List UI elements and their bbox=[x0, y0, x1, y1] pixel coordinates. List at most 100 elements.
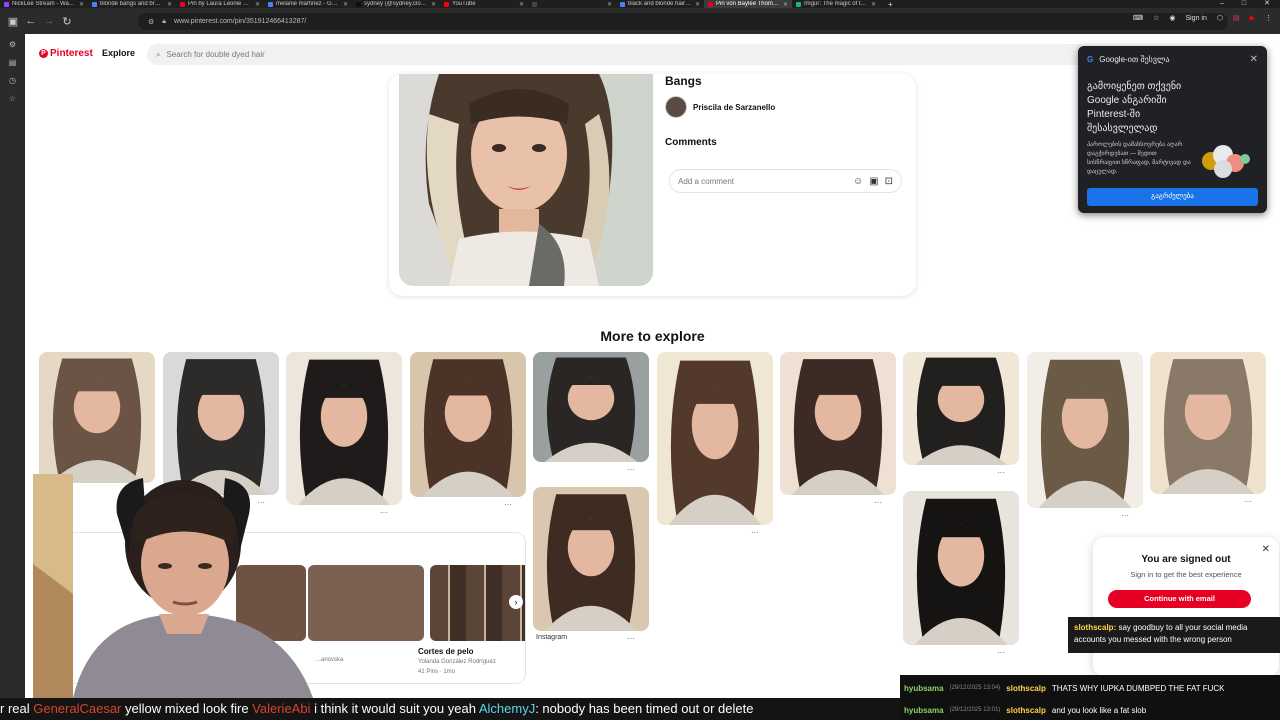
translate-icon[interactable]: ⌨ bbox=[1133, 14, 1143, 22]
extensions-icon[interactable]: ⬡ bbox=[1217, 14, 1223, 22]
comments-heading: Comments bbox=[665, 137, 717, 148]
search-input[interactable]: ⌕ Search for double dyed hair bbox=[147, 44, 1087, 65]
browser-tab[interactable]: Pin by Laura Leonie on hair styl✕ bbox=[176, 0, 264, 8]
board-title[interactable]: Cortes de pelo bbox=[418, 647, 474, 656]
tab-favicon-icon bbox=[92, 1, 97, 7]
bookmark-star-icon[interactable]: ☆ bbox=[1153, 14, 1159, 22]
history-icon[interactable]: ◷ bbox=[8, 76, 17, 85]
pin-more-options-icon[interactable]: ··· bbox=[997, 648, 1005, 657]
pin-card[interactable] bbox=[1150, 352, 1266, 494]
ticker-message: r real bbox=[0, 701, 34, 716]
pin-more-options-icon[interactable]: ··· bbox=[874, 498, 882, 507]
pin-card[interactable] bbox=[533, 352, 649, 462]
new-tab-button[interactable]: + bbox=[880, 0, 901, 8]
pin-card[interactable] bbox=[903, 491, 1019, 645]
pin-more-options-icon[interactable]: ··· bbox=[997, 468, 1005, 477]
explore-link[interactable]: Explore bbox=[102, 48, 135, 58]
minimize-icon[interactable]: – bbox=[1220, 0, 1224, 8]
browser-tab[interactable]: black and blonde hair - Google✕ bbox=[616, 0, 704, 8]
tab-close-icon[interactable]: ✕ bbox=[519, 1, 524, 8]
browser-tab[interactable]: Pin von Baylee Thomas-Poirier✕ bbox=[704, 0, 792, 8]
board-creator: Yolanda González Rodríguez bbox=[418, 659, 496, 665]
sticker-icon[interactable]: ▣ bbox=[869, 176, 878, 187]
ticker-username: ValerieAbi bbox=[252, 701, 311, 716]
sidebar-toggle-icon[interactable]: ▣ bbox=[4, 15, 22, 28]
home-icon[interactable]: ⚙ bbox=[8, 40, 17, 49]
continue-with-email-button[interactable]: Continue with email bbox=[1108, 590, 1251, 608]
pin-card[interactable] bbox=[39, 352, 155, 483]
pin-card[interactable] bbox=[1027, 352, 1143, 508]
browser-tab[interactable]: NickLee Stream - Watch Live on✕ bbox=[0, 0, 88, 8]
tab-close-icon[interactable]: ✕ bbox=[695, 1, 700, 8]
comment-placeholder: Add a comment bbox=[678, 176, 735, 186]
browser-tab[interactable]: melanie martinez - Google Sea✕ bbox=[264, 0, 352, 8]
screen: NickLee Stream - Watch Live on✕blonde ba… bbox=[0, 0, 1280, 720]
forward-icon[interactable]: → bbox=[40, 15, 58, 27]
tab-title: YouTube bbox=[452, 1, 476, 7]
tab-close-icon[interactable]: ✕ bbox=[871, 1, 876, 8]
pin-author[interactable]: Priscila de Sarzanello bbox=[665, 96, 775, 118]
pin-thumbnail bbox=[914, 498, 1008, 645]
pin-more-options-icon[interactable]: ··· bbox=[627, 465, 635, 474]
pin-more-options-icon[interactable]: ··· bbox=[1244, 497, 1252, 506]
chat-ticker: r real GeneralCaesar yellow mixed look f… bbox=[0, 698, 900, 720]
pin-card[interactable] bbox=[410, 352, 526, 497]
pin-more-options-icon[interactable]: ··· bbox=[1121, 511, 1129, 520]
tab-close-icon[interactable]: ✕ bbox=[79, 1, 84, 8]
close-icon[interactable]: ✕ bbox=[1264, 0, 1270, 8]
browser-tab[interactable]: blonde bangs and brown hair -✕ bbox=[88, 0, 176, 8]
youtube-ext-icon[interactable]: ▶ bbox=[1250, 14, 1255, 22]
stack-icon[interactable]: ▤ bbox=[8, 58, 17, 67]
pin-photo bbox=[399, 74, 653, 286]
tab-close-icon[interactable]: ✕ bbox=[167, 1, 172, 8]
back-icon[interactable]: ← bbox=[22, 15, 40, 27]
webcam-overlay bbox=[33, 474, 329, 698]
menu-icon[interactable]: ⋮ bbox=[1265, 14, 1272, 22]
tab-close-icon[interactable]: ✕ bbox=[607, 1, 612, 8]
tab-favicon-icon bbox=[356, 1, 361, 7]
pin-card[interactable] bbox=[533, 487, 649, 631]
ticker-message: i think it would suit you yeah bbox=[310, 701, 479, 716]
tab-close-icon[interactable]: ✕ bbox=[431, 1, 436, 8]
google-popup-body: პაროლების დამახსოვრება აღარ დაგჭირდებათ … bbox=[1087, 142, 1191, 175]
tab-search-icon[interactable]: ▤ bbox=[1233, 14, 1240, 22]
google-g-icon: G bbox=[1087, 55, 1094, 64]
address-bar[interactable]: ⚙ 🔒︎ www.pinterest.com/pin/3519124664132… bbox=[138, 13, 1228, 30]
tab-close-icon[interactable]: ✕ bbox=[255, 1, 260, 8]
sign-in-link[interactable]: Sign in bbox=[1185, 15, 1206, 22]
author-avatar[interactable] bbox=[665, 96, 687, 118]
pin-more-options-icon[interactable]: ··· bbox=[380, 508, 388, 517]
browser-tab[interactable]: ✕ bbox=[528, 0, 616, 8]
pinterest-logo[interactable]: P Pinterest bbox=[39, 48, 93, 59]
pin-more-options-icon[interactable]: ··· bbox=[504, 500, 512, 509]
site-settings-icon[interactable]: ⚙ bbox=[148, 18, 154, 26]
google-popup-close-icon[interactable]: ✕ bbox=[1250, 54, 1258, 65]
browser-tab[interactable]: Imgur: The magic of the Intern✕ bbox=[792, 0, 880, 8]
pin-card[interactable] bbox=[903, 352, 1019, 465]
pin-card[interactable] bbox=[780, 352, 896, 495]
more-to-explore-heading: More to explore bbox=[600, 328, 705, 344]
comment-input[interactable]: Add a comment ☺ ▣ ⊡ bbox=[669, 169, 902, 193]
carousel-next-icon[interactable]: › bbox=[509, 595, 523, 609]
image-upload-icon[interactable]: ⊡ bbox=[885, 176, 893, 187]
profile-icon[interactable]: ◉ bbox=[1169, 14, 1175, 22]
tab-close-icon[interactable]: ✕ bbox=[343, 1, 348, 8]
tab-close-icon[interactable]: ✕ bbox=[783, 1, 788, 8]
browser-tab[interactable]: sydney (@sydney.clouse) | Tik✕ bbox=[352, 0, 440, 8]
google-continue-button[interactable]: გაგრძელება bbox=[1087, 188, 1258, 206]
reload-icon[interactable]: ↻ bbox=[58, 15, 76, 28]
pin-thumbnail bbox=[791, 359, 885, 495]
chat-text: and you look like a fat slob bbox=[1051, 705, 1147, 715]
pin-card[interactable] bbox=[657, 352, 773, 525]
tab-title: blonde bangs and brown hair - bbox=[100, 1, 164, 7]
star-icon[interactable]: ☆ bbox=[8, 94, 17, 103]
emoji-icon[interactable]: ☺ bbox=[853, 176, 863, 187]
pin-more-options-icon[interactable]: ··· bbox=[751, 528, 759, 537]
browser-actions: ⌨ ☆ ◉ Sign in ⬡ ▤ ▶ ⋮ bbox=[1133, 14, 1272, 23]
browser-tab[interactable]: YouTube ✕ bbox=[440, 0, 528, 8]
author-name[interactable]: Priscila de Sarzanello bbox=[693, 103, 775, 112]
pin-image[interactable] bbox=[399, 74, 653, 286]
chat-sender: slothscalp bbox=[1006, 705, 1046, 715]
maximize-icon[interactable]: □ bbox=[1242, 0, 1246, 8]
pin-more-options-icon[interactable]: ··· bbox=[627, 634, 635, 643]
